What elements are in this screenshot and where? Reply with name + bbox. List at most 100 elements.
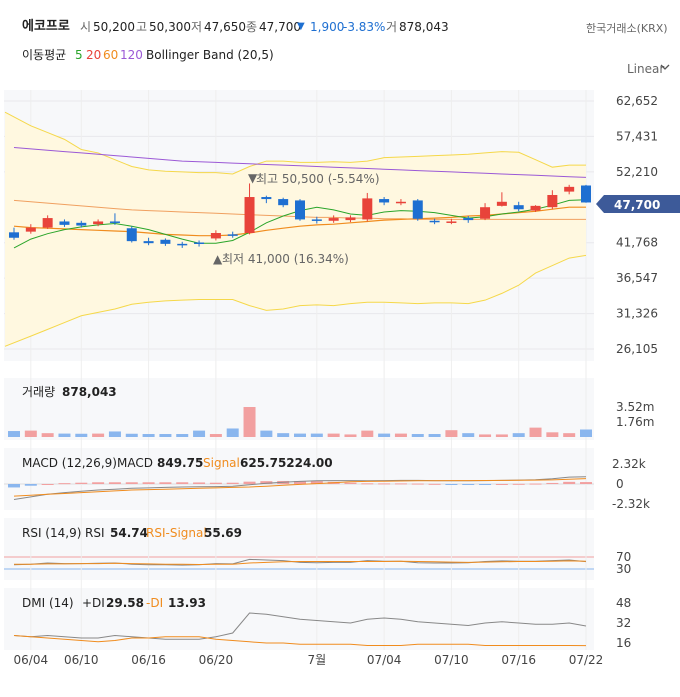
x-tick-label: 06/10 xyxy=(64,653,99,667)
macd-histogram-bar xyxy=(462,484,475,485)
candle-body xyxy=(9,232,19,238)
volume-bar xyxy=(344,434,357,437)
macd-histogram-bar xyxy=(226,482,239,484)
x-axis-ticks: 06/04 06/10 06/16 06/20 7월 07/04 07/10 07/16 07/… xyxy=(14,653,604,667)
candle-body xyxy=(547,194,558,208)
volume-bar xyxy=(125,433,138,437)
volume-bar xyxy=(310,433,323,437)
x-tick-label: 07/22 xyxy=(569,653,604,667)
macd-histogram-bar xyxy=(58,483,71,485)
volume-bar xyxy=(226,428,239,437)
price-y-tick: 57,431 xyxy=(616,129,658,143)
macd-histogram-bar xyxy=(428,483,441,485)
dmi-plus-value: 29.58 xyxy=(106,596,144,610)
volume-title: 거래량 xyxy=(22,385,55,399)
dmi-y-tick: 32 xyxy=(616,616,631,630)
candle-body xyxy=(278,199,289,206)
x-tick-label: 07/16 xyxy=(501,653,536,667)
low-annotation: 최저 41,000 (16.34%) xyxy=(222,252,349,266)
macd-histogram-bar xyxy=(361,483,374,485)
macd-histogram-bar xyxy=(193,482,206,484)
macd-histogram-bar xyxy=(108,482,121,484)
macd-signal-label: Signal xyxy=(203,456,240,470)
volume-bar xyxy=(529,427,542,437)
candle-body xyxy=(143,241,154,244)
rsi-signal-label: RSI-Signal xyxy=(146,526,207,540)
macd-histogram-bar xyxy=(75,482,88,484)
volume-bar xyxy=(41,433,54,437)
macd-histogram-bar xyxy=(512,483,525,485)
dmi-minus-label: -DI xyxy=(146,596,163,610)
candle-body xyxy=(328,218,339,221)
candle-body xyxy=(429,220,440,223)
macd-histogram-bar xyxy=(142,482,155,484)
volume-bar xyxy=(462,433,475,437)
macd-histogram-bar xyxy=(411,483,424,485)
macd-histogram-bar xyxy=(243,481,256,484)
candle-body xyxy=(244,197,255,233)
rsi-label: RSI xyxy=(85,526,105,540)
macd-title: MACD (12,26,9) xyxy=(22,456,117,470)
price-y-tick: 62,652 xyxy=(616,94,658,108)
volume-bar xyxy=(209,434,222,437)
dmi-y-tick: 16 xyxy=(616,636,631,650)
volume-bar xyxy=(445,430,458,437)
volume-y-tick: 1.76m xyxy=(616,415,654,429)
price-y-tick: 41,768 xyxy=(616,236,658,250)
candle-body xyxy=(25,227,36,232)
x-tick-label: 7월 xyxy=(307,653,326,667)
volume-bar xyxy=(58,433,71,437)
price-y-tick: 36,547 xyxy=(616,271,658,285)
candle-body xyxy=(227,234,238,236)
volume-bar xyxy=(361,430,374,437)
volume-bar xyxy=(24,430,37,437)
candle-body xyxy=(379,199,390,203)
volume-bar xyxy=(428,434,441,437)
volume-bar xyxy=(277,433,290,437)
x-tick-label: 06/16 xyxy=(131,653,166,667)
candle-body xyxy=(412,200,423,219)
volume-bar xyxy=(193,430,206,437)
candle-body xyxy=(362,198,373,220)
macd-histogram-bar xyxy=(159,482,172,484)
candle-body xyxy=(210,232,221,239)
x-tick-label: 06/20 xyxy=(199,653,234,667)
volume-bar xyxy=(176,434,189,437)
macd-y-tick: -2.32k xyxy=(612,497,650,511)
rsi-y-tick: 30 xyxy=(616,562,631,576)
candle-body xyxy=(59,221,70,225)
stock-chart[interactable]: 62,652 57,431 52,210 41,768 36,547 31,326 26,1… xyxy=(0,0,680,697)
rsi-title: RSI (14,9) xyxy=(22,526,81,540)
candle-body xyxy=(496,201,507,206)
candle-body xyxy=(177,243,188,246)
price-y-tick: 52,210 xyxy=(616,165,658,179)
candle-body xyxy=(530,205,541,211)
volume-bar xyxy=(142,434,155,437)
price-y-tick: 31,326 xyxy=(616,307,658,321)
candle-body xyxy=(311,219,322,221)
macd-signal-value: 625.75224.00 xyxy=(240,456,333,470)
volume-bar xyxy=(92,433,105,437)
dmi-title: DMI (14) xyxy=(22,596,74,610)
candle-body xyxy=(93,221,104,225)
x-tick-label: 06/04 xyxy=(14,653,49,667)
macd-histogram-bar xyxy=(580,482,592,484)
volume-bar xyxy=(294,433,306,437)
macd-label: MACD xyxy=(117,456,153,470)
macd-histogram-bar xyxy=(209,482,222,484)
macd-histogram-bar xyxy=(24,484,37,486)
candle-body xyxy=(480,207,491,219)
candle-body xyxy=(261,197,272,200)
macd-histogram-bar xyxy=(495,484,508,485)
macd-histogram-bar xyxy=(563,481,576,484)
volume-bar xyxy=(159,434,172,437)
candle-body xyxy=(295,200,305,220)
macd-histogram-bar xyxy=(8,484,20,488)
x-tick-label: 07/04 xyxy=(367,653,402,667)
macd-histogram-bar xyxy=(344,482,357,484)
volume-bar xyxy=(75,433,88,437)
candle-body xyxy=(463,218,474,221)
rsi-value: 54.74 xyxy=(110,526,148,540)
volume-bar xyxy=(108,431,121,437)
macd-histogram-bar xyxy=(546,482,559,484)
